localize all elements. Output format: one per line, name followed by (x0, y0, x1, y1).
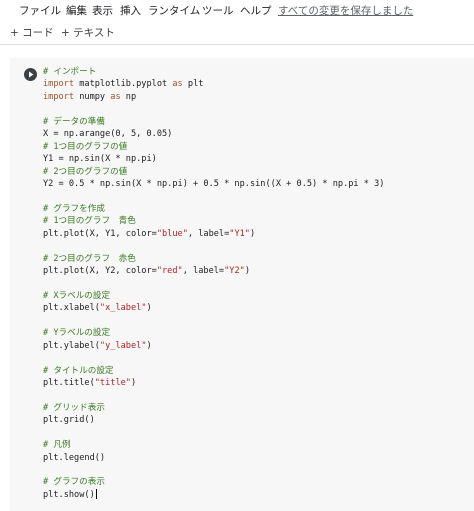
menu-file[interactable]: ファイル (19, 3, 61, 18)
code-line: plt.title("title") (43, 377, 474, 389)
code-token: # インポート (43, 67, 97, 77)
code-line: X = np.arange(0, 5, 0.05) (43, 128, 474, 140)
code-line: # 1つ目のグラフの値 (43, 141, 474, 153)
text-cursor (95, 489, 97, 500)
code-token: plt.xlabel( (43, 303, 100, 314)
code-line: plt.xlabel("x_label") (43, 302, 474, 314)
menu-bar: ファイル 編集 表示 挿入 ランタイム ツール ヘルプ すべての変更を保存しまし… (0, 0, 474, 20)
code-line: # グラフを作成 (43, 203, 474, 215)
code-token: , label= (182, 266, 225, 276)
code-token: # タイトルの設定 (43, 365, 114, 376)
code-token: # データの準備 (43, 116, 105, 127)
code-token: plt (182, 79, 204, 90)
code-token: "title" (94, 377, 131, 388)
code-token: np (120, 91, 137, 102)
code-token: "x_label" (99, 303, 147, 314)
code-token: matplotlib.pyplot (74, 79, 173, 90)
code-line: # 2つ目のグラフの値 (43, 166, 474, 178)
code-token: plt.ylabel( (43, 340, 100, 351)
code-line: plt.ylabel("y_label") (43, 340, 474, 352)
code-line: plt.plot(X, Y1, color="blue", label="Y1"… (43, 228, 474, 240)
code-token: plt.legend() (43, 452, 106, 463)
code-line: Y2 = 0.5 * np.sin(X * np.pi) + 0.5 * np.… (43, 178, 474, 190)
code-token: plt.grid() (43, 415, 95, 426)
code-token: # 1つ目のグラフの値 (43, 141, 128, 152)
add-code-button[interactable]: + コード (10, 25, 54, 40)
code-token: # Yラベルの設定 (43, 328, 111, 339)
code-token: import (43, 79, 75, 90)
save-status-link[interactable]: すべての変更を保存しました (278, 3, 413, 18)
code-token: numpy (74, 91, 111, 102)
code-token: Y1 = np.sin(X * np.pi) (43, 154, 157, 165)
code-token: "Y2" (224, 266, 245, 276)
code-token: # 2つ目のグラフの値 (43, 166, 128, 177)
menu-view[interactable]: 表示 (92, 3, 113, 18)
code-line: plt.legend() (43, 452, 474, 464)
code-token: "Y1" (229, 228, 250, 239)
code-line: # 凡例 (43, 439, 474, 451)
code-line: # タイトルの設定 (43, 365, 474, 377)
code-token: ) (244, 266, 250, 276)
code-line: # インポート (43, 66, 474, 78)
code-token: # グラフを作成 (43, 203, 105, 214)
code-token: plt.plot(X, Y1, color= (43, 228, 157, 239)
code-line: # Yラベルの設定 (43, 327, 474, 339)
code-line: plt.grid() (43, 414, 474, 426)
code-line: # Xラベルの設定 (43, 290, 474, 302)
code-token: ) (146, 340, 152, 351)
code-token: ) (249, 228, 256, 239)
menu-help[interactable]: ヘルプ (240, 3, 272, 18)
code-token: ) (146, 303, 152, 314)
code-token: plt.plot(X, Y2, color= (43, 266, 157, 276)
code-token: , label= (187, 228, 230, 239)
code-line: import numpy as np (43, 91, 474, 103)
code-token: plt.show() (43, 489, 95, 500)
code-token: "red" (156, 266, 183, 276)
code-token: # Xラベルの設定 (43, 290, 111, 301)
code-line: Y1 = np.sin(X * np.pi) (43, 153, 474, 165)
code-line: import matplotlib.pyplot as plt (43, 78, 474, 90)
code-token: # 2つ目のグラフ 赤色 (43, 253, 136, 264)
code-token: Y2 = 0.5 * np.sin(X * np.pi) + 0.5 * np.… (43, 178, 385, 189)
code-token: as (172, 79, 183, 90)
code-token: import (43, 91, 75, 102)
menu-edit[interactable]: 編集 (66, 3, 87, 18)
code-editor[interactable]: # インポート import matplotlib.pyplot as plt im… (43, 66, 474, 511)
code-line: # 2つ目のグラフ 赤色 (43, 253, 474, 265)
notebook-toolbar: + コード + テキスト (0, 20, 474, 45)
menu-insert[interactable]: 挿入 (120, 3, 141, 18)
code-line: # グリッド表示 (43, 402, 474, 414)
code-token: plt.title( (43, 377, 95, 388)
code-token: "y_label" (99, 340, 147, 351)
play-circle-icon[interactable] (24, 68, 37, 81)
code-token: X = np.arange(0, 5, 0.05) (43, 129, 173, 140)
code-token: "blue" (156, 228, 188, 239)
code-token: # グリッド表示 (43, 402, 105, 413)
code-line: plt.show() (43, 489, 474, 501)
code-cell[interactable]: # インポート import matplotlib.pyplot as plt im… (10, 58, 474, 511)
code-line: plt.plot(X, Y2, color="red", label="Y2") (43, 265, 474, 277)
code-token: ) (130, 377, 137, 388)
code-token: # 凡例 (43, 440, 71, 451)
code-line: # グラフの表示 (43, 476, 474, 488)
code-token: # 1つ目のグラフ 青色 (43, 216, 136, 227)
code-token: # グラフの表示 (43, 477, 105, 488)
code-line: # データの準備 (43, 116, 474, 128)
menu-tools[interactable]: ツール (202, 3, 234, 18)
menu-runtime[interactable]: ランタイム (148, 3, 200, 18)
code-token: as (110, 91, 121, 102)
code-line: # 1つ目のグラフ 青色 (43, 215, 474, 227)
add-text-button[interactable]: + テキスト (61, 25, 115, 40)
